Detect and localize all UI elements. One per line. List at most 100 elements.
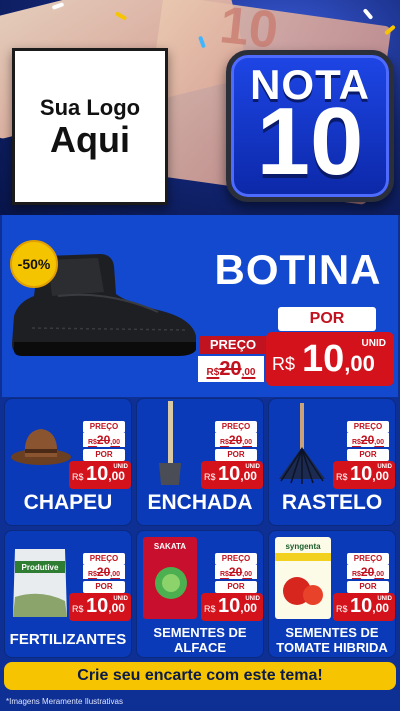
fertilizer-brand-text: Produtive <box>22 563 59 572</box>
discount-badge: -50% <box>10 240 58 288</box>
new-price: R$ 10,00 UNID <box>333 461 395 489</box>
old-price-dec: ,00 <box>374 439 385 446</box>
currency: R$ <box>204 604 216 614</box>
currency: R$ <box>336 472 348 482</box>
old-price-dec: ,00 <box>110 571 121 578</box>
price-label: PREÇO <box>215 553 257 565</box>
cta-banner[interactable]: Crie seu encarte com este tema! <box>4 662 396 690</box>
featured-old-price: R$20,00 <box>198 356 264 382</box>
featured-unit: UNID <box>361 338 386 349</box>
new-price-dec: ,00 <box>372 601 389 615</box>
seed-brand-text: SAKATA <box>154 542 186 551</box>
product-name: SEMENTES DE TOMATE HIBRIDA <box>269 625 395 655</box>
product-name-line2: TOMATE HIBRIDA <box>276 640 388 655</box>
old-currency: R$ <box>351 571 361 578</box>
new-price-int: 10 <box>350 463 373 485</box>
product-card-fertilizantes[interactable]: Produtive PREÇO R$20,00 POR R$ 10,00 UNID … <box>4 530 132 658</box>
logo-text-line1: Sua Logo <box>39 94 141 120</box>
product-name-line2: ALFACE <box>174 640 226 655</box>
product-name: CHAPEU <box>23 491 113 514</box>
new-price-int: 10 <box>218 463 241 485</box>
hat-icon <box>11 429 71 465</box>
old-price: R$20,00 <box>83 565 125 579</box>
disclaimer-text: *Imagens Meramente Ilustrativas <box>6 697 123 706</box>
old-price: R$20,00 <box>215 433 257 447</box>
currency: R$ <box>72 472 84 482</box>
por-label: POR <box>83 449 125 461</box>
por-label: POR <box>83 581 125 593</box>
product-name: FERTILIZANTES <box>9 631 127 648</box>
old-price-int: 20 <box>228 433 243 447</box>
new-price: R$ 10,00 UNID <box>333 593 395 621</box>
old-currency: R$ <box>87 571 97 578</box>
por-label: POR <box>215 581 257 593</box>
por-label: POR <box>215 449 257 461</box>
new-price: R$ 10,00 UNID <box>69 461 131 489</box>
new-price-dec: ,00 <box>240 601 257 615</box>
new-price: R$ 10,00 UNID <box>201 593 263 621</box>
featured-old-price-int: 20 <box>219 358 242 380</box>
currency: R$ <box>336 604 348 614</box>
badge-number: 10 <box>256 88 364 195</box>
new-price-int: 10 <box>86 595 109 617</box>
featured-title: BOTINA <box>214 246 382 293</box>
featured-price-label: PREÇO <box>200 336 266 354</box>
featured-currency: R$ <box>272 354 296 374</box>
new-price: R$ 10,00 UNID <box>201 461 263 489</box>
hoe-icon <box>159 401 181 485</box>
unit: UNID <box>113 464 128 470</box>
old-price-int: 20 <box>96 433 111 447</box>
price-label: PREÇO <box>347 553 389 565</box>
old-price-dec: ,00 <box>242 571 253 578</box>
unit: UNID <box>377 596 392 602</box>
fertilizer-bag-icon: Produtive <box>13 549 67 617</box>
new-price-dec: ,00 <box>108 601 125 615</box>
product-card-enchada[interactable]: PREÇO R$20,00 POR R$ 10,00 UNID ENCHADA <box>136 398 264 526</box>
rake-icon <box>279 403 325 484</box>
old-price-int: 20 <box>360 565 375 579</box>
old-price: R$20,00 <box>83 433 125 447</box>
old-price-int: 20 <box>228 565 243 579</box>
featured-new-price-dec: ,00 <box>344 351 375 376</box>
new-price-int: 10 <box>218 595 241 617</box>
por-label: POR <box>347 449 389 461</box>
new-price-dec: ,00 <box>372 469 389 483</box>
unit: UNID <box>245 464 260 470</box>
logo-placeholder[interactable]: Sua Logo Aqui <box>12 48 168 205</box>
old-price-int: 20 <box>360 433 375 447</box>
price-label: PREÇO <box>215 421 257 433</box>
product-card-rastelo[interactable]: PREÇO R$20,00 POR R$ 10,00 UNID RASTELO <box>268 398 396 526</box>
product-name-line1: SEMENTES DE <box>285 625 379 640</box>
new-price-dec: ,00 <box>108 469 125 483</box>
seed-packet-icon: SAKATA <box>143 537 197 619</box>
new-price-dec: ,00 <box>240 469 257 483</box>
seed-brand-text: syngenta <box>285 542 321 551</box>
new-price-int: 10 <box>86 463 109 485</box>
price-label: PREÇO <box>83 553 125 565</box>
new-price: R$ 10,00 UNID <box>69 593 131 621</box>
tomato-seed-packet-icon: syngenta <box>275 537 331 619</box>
unit: UNID <box>245 596 260 602</box>
product-card-chapeu[interactable]: PREÇO R$20,00 POR R$ 10,00 UNID CHAPEU <box>4 398 132 526</box>
por-label: POR <box>347 581 389 593</box>
logo-text-line2: Aqui <box>50 118 130 160</box>
featured-por-label: POR <box>278 307 376 331</box>
confetti <box>362 8 374 20</box>
old-price: R$20,00 <box>347 565 389 579</box>
featured-old-currency: R$ <box>206 367 220 378</box>
currency: R$ <box>72 604 84 614</box>
old-price: R$20,00 <box>215 565 257 579</box>
old-price-int: 20 <box>96 565 111 579</box>
old-currency: R$ <box>219 571 229 578</box>
currency: R$ <box>204 472 216 482</box>
featured-new-price-int: 10 <box>302 338 345 380</box>
header-banner: 10 Sua Logo Aqui NOTA 10 <box>0 0 400 215</box>
featured-old-price-dec: ,00 <box>241 367 256 378</box>
product-name: SEMENTES DE ALFACE <box>137 625 263 655</box>
unit: UNID <box>377 464 392 470</box>
product-card-sementes-tomate[interactable]: syngenta PREÇO R$20,00 POR R$ 10,00 UNID S… <box>268 530 396 658</box>
product-name: ENCHADA <box>147 491 253 514</box>
old-price: R$20,00 <box>347 433 389 447</box>
featured-new-price: R$ 10,00 UNID <box>266 332 394 386</box>
product-card-sementes-alface[interactable]: SAKATA PREÇO R$20,00 POR R$ 10,00 UNID SEM… <box>136 530 264 658</box>
